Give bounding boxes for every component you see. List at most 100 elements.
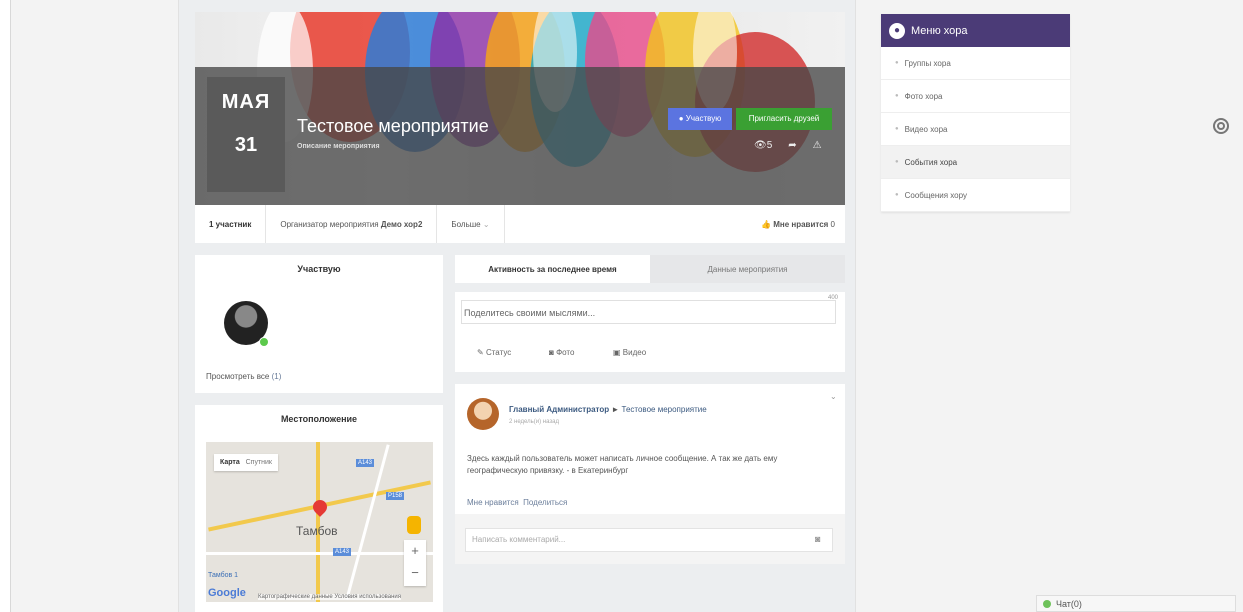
chat-status-icon: [1043, 599, 1051, 608]
post-like-link[interactable]: Мне нравится: [467, 498, 519, 507]
like-label: Мне нравится: [773, 219, 829, 229]
map-station-label: Тамбов 1: [208, 572, 239, 579]
event-info-bar: 1 участник Организатор мероприятия Демо …: [195, 205, 845, 243]
menu-item-events[interactable]: ● События хора: [881, 146, 1070, 179]
organizer-label: Организатор мероприятия: [280, 219, 379, 229]
like-button[interactable]: 👍 Мне нравится 0: [747, 205, 845, 243]
comment-input[interactable]: Написать комментарий...: [465, 528, 833, 552]
choir-menu-title: Меню хора: [911, 24, 968, 37]
eye-icon: 👁: [754, 140, 767, 151]
bullet-icon: ●: [895, 192, 899, 198]
going-button[interactable]: ● Участвую: [668, 108, 732, 130]
road-sign-p158: P158: [386, 492, 405, 500]
online-indicator: [259, 337, 269, 347]
thumbs-up-icon: 👍: [761, 219, 771, 229]
post-header: Главный Администратор ► Тестовое меропри…: [509, 405, 707, 414]
map-city-label: Тамбов: [296, 524, 338, 538]
status-input[interactable]: Поделитесь своими мыслями...: [461, 300, 836, 324]
view-all-participants[interactable]: Просмотреть все (1): [206, 372, 281, 381]
location-map[interactable]: Карта Спутник A143 P158 A143 Тамбов Тамб…: [206, 442, 433, 602]
author-link[interactable]: Главный Администратор: [509, 405, 609, 414]
tab-activity[interactable]: Активность за последнее время: [455, 255, 650, 283]
views-count: 5: [766, 140, 773, 151]
map-zoom-controls: + −: [404, 540, 426, 586]
status-tab[interactable]: ✎ Статус: [477, 348, 511, 357]
google-logo: Google: [208, 587, 246, 599]
video-tab[interactable]: ▣ Видео: [613, 348, 646, 357]
participants-count[interactable]: 1 участник: [195, 205, 267, 243]
satellite-tab[interactable]: Спутник: [246, 459, 272, 466]
post-actions: Мне нравится Поделиться: [467, 498, 567, 507]
more-label: Больше: [451, 219, 481, 229]
organizer-link[interactable]: Демо хор2: [381, 220, 423, 229]
event-month: МАЯ: [221, 91, 271, 113]
road-sign-a143-b: A143: [333, 548, 352, 556]
road-sign-a143: A143: [356, 459, 375, 467]
bullet-icon: ●: [895, 93, 899, 99]
chevron-down-icon: ⌄: [482, 219, 490, 229]
post-text: Здесь каждый пользователь может написать…: [467, 454, 778, 475]
cover-overlay: [195, 67, 845, 205]
invite-friends-button[interactable]: Пригласить друзей: [736, 108, 832, 130]
map-tab[interactable]: Карта: [220, 459, 240, 466]
photo-tab[interactable]: ◙ Фото: [549, 348, 574, 357]
menu-item-label: Сообщения хору: [904, 190, 967, 200]
menu-item-label: Видео хора: [904, 124, 948, 134]
map-footer: Картографические данные Условия использо…: [258, 594, 402, 600]
menu-item-label: Фото хора: [904, 91, 943, 101]
target-link[interactable]: Тестовое мероприятие: [622, 405, 707, 414]
choir-menu: ● Меню хора ● Группы хора ● Фото хора ● Вид…: [881, 14, 1070, 212]
menu-item-label: События хора: [904, 157, 958, 167]
chat-label: Чат(0): [1056, 598, 1082, 609]
street-view-icon[interactable]: [407, 516, 421, 534]
event-date: МАЯ 31: [207, 77, 285, 192]
bullet-icon: ●: [895, 159, 899, 165]
organizer: Организатор мероприятия Демо хор2: [266, 205, 438, 243]
event-title: Тестовое мероприятие: [297, 116, 489, 136]
map-type-toggle: Карта Спутник: [214, 454, 278, 471]
menu-item-label: Группы хора: [904, 58, 951, 68]
film-icon: ▣: [613, 348, 621, 357]
pencil-icon: ✎: [477, 348, 484, 357]
more-dropdown[interactable]: Больше ⌄: [437, 205, 505, 243]
bullet-icon: ●: [895, 60, 899, 66]
post-arrow: ►: [611, 405, 620, 414]
event-day: 31: [234, 134, 258, 156]
tab-event-data[interactable]: Данные мероприятия: [650, 255, 845, 283]
going-card-title: Участвую: [297, 264, 341, 274]
left-gutter: [0, 0, 11, 612]
choir-menu-header: ● Меню хора: [881, 14, 1070, 47]
comment-camera-icon[interactable]: ◙: [815, 534, 820, 544]
views-counter: 👁5: [754, 140, 772, 151]
post-options-chevron-icon[interactable]: ⌄: [830, 392, 837, 401]
menu-item-messages[interactable]: ● Сообщения хору: [881, 179, 1070, 212]
event-description: Описание мероприятия: [297, 143, 380, 150]
zoom-in-button[interactable]: +: [404, 540, 426, 562]
settings-ring-icon[interactable]: [1213, 118, 1229, 134]
photo-tab-label: Фото: [556, 348, 575, 357]
map-road: [345, 444, 390, 600]
post-share-link[interactable]: Поделиться: [523, 498, 567, 507]
map-marker-icon[interactable]: [310, 497, 330, 517]
location-card-title: Местоположение: [280, 414, 358, 424]
zoom-out-button[interactable]: −: [404, 562, 426, 584]
chat-bar[interactable]: Чат(0): [1036, 595, 1236, 612]
view-all-label: Просмотреть все: [206, 372, 270, 381]
user-circle-icon: ●: [889, 22, 905, 39]
menu-item-groups[interactable]: ● Группы хора: [881, 47, 1070, 80]
view-all-count: (1): [271, 372, 282, 381]
share-icon[interactable]: ➦: [788, 140, 796, 151]
status-tab-label: Статус: [485, 348, 512, 357]
report-icon[interactable]: ⚠: [813, 140, 822, 151]
map-road: [206, 552, 433, 555]
bullet-icon: ●: [895, 126, 899, 132]
activity-post: [455, 384, 845, 514]
video-tab-label: Видео: [622, 348, 647, 357]
menu-item-videos[interactable]: ● Видео хора: [881, 113, 1070, 146]
menu-item-photos[interactable]: ● Фото хора: [881, 80, 1070, 113]
map-road: [316, 442, 320, 602]
author-avatar[interactable]: [467, 398, 499, 430]
post-time: 2 недель(и) назад: [509, 419, 559, 425]
event-meta: 👁5 ➦ ⚠: [754, 140, 822, 151]
camera-icon: ◙: [549, 348, 554, 357]
